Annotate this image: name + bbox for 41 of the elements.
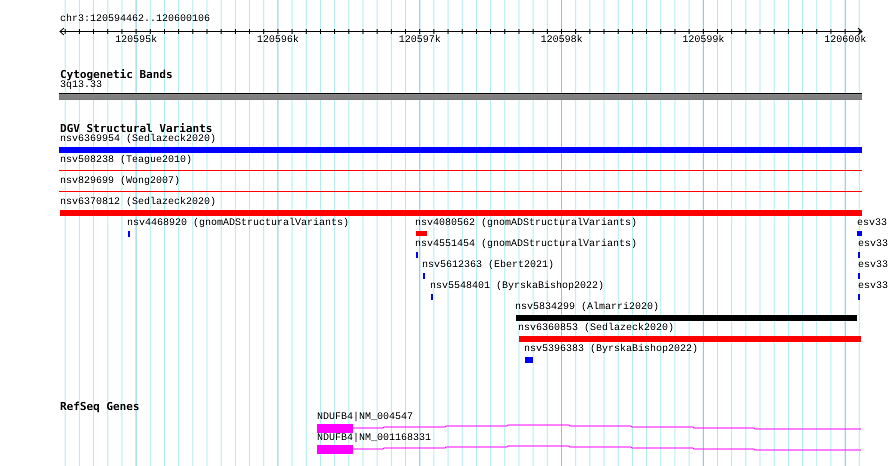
- feature-label[interactable]: nsv829699 (Wong2007): [60, 176, 180, 188]
- variant-line[interactable]: [59, 170, 862, 171]
- location-label: chr3:120594462..120600106: [60, 14, 210, 26]
- feature-label[interactable]: esv33: [858, 260, 888, 272]
- cytoband-bar[interactable]: [59, 93, 862, 100]
- feature-label[interactable]: nsv4080562 (gnomADStructuralVariants): [415, 218, 638, 230]
- track-title: DGV Structural Variants: [60, 122, 212, 135]
- variant-bar[interactable]: [519, 336, 861, 342]
- variant-bar[interactable]: [59, 147, 862, 153]
- variant-bar[interactable]: [525, 357, 533, 363]
- gene-drawing[interactable]: [317, 444, 861, 454]
- feature-label[interactable]: nsv4551454 (gnomADStructuralVariants): [415, 239, 638, 251]
- feature-label[interactable]: nsv5612363 (Ebert2021): [422, 260, 554, 272]
- feature-label[interactable]: 3q13.33: [60, 80, 102, 92]
- feature-label[interactable]: nsv6370812 (Sedlazeck2020): [60, 197, 216, 209]
- variant-bar[interactable]: [516, 315, 857, 321]
- feature-label[interactable]: nsv5548401 (ByrskaBishop2022): [430, 281, 604, 293]
- feature-label[interactable]: nsv508238 (Teague2010): [60, 155, 192, 167]
- tick-label: 120596k: [256, 35, 299, 47]
- feature-label[interactable]: NDUFB4|NM_004547: [317, 412, 414, 424]
- tick-label: 120597k: [398, 35, 441, 47]
- feature-label[interactable]: nsv6369954 (Sedlazeck2020): [60, 134, 216, 146]
- variant-line[interactable]: [59, 191, 862, 192]
- track-title: RefSeq Genes: [60, 400, 140, 413]
- feature-label[interactable]: nsv6360853 (Sedlazeck2020): [518, 323, 674, 335]
- feature-label[interactable]: esv33: [858, 281, 888, 293]
- feature-label[interactable]: nsv5396383 (ByrskaBishop2022): [524, 344, 698, 356]
- variant-bar[interactable]: [416, 231, 427, 236]
- tick-label: 120599k: [682, 35, 724, 47]
- track-title: Cytogenetic Bands: [60, 68, 173, 81]
- feature-label[interactable]: esv33: [858, 239, 888, 251]
- tick-label: 120598k: [540, 35, 583, 47]
- feature-label[interactable]: esv33: [857, 218, 888, 230]
- tick-label: 120600k: [824, 35, 866, 47]
- tick-label: 120595k: [115, 35, 158, 47]
- feature-label[interactable]: NDUFB4|NM_001168331: [317, 433, 432, 445]
- variant-bar[interactable]: [857, 231, 862, 236]
- feature-label[interactable]: nsv5834299 (Almarri2020): [515, 302, 660, 314]
- gene-drawing[interactable]: [317, 423, 861, 433]
- variant-bar[interactable]: [60, 210, 862, 216]
- feature-label[interactable]: nsv4468920 (gnomADStructuralVariants): [127, 218, 350, 230]
